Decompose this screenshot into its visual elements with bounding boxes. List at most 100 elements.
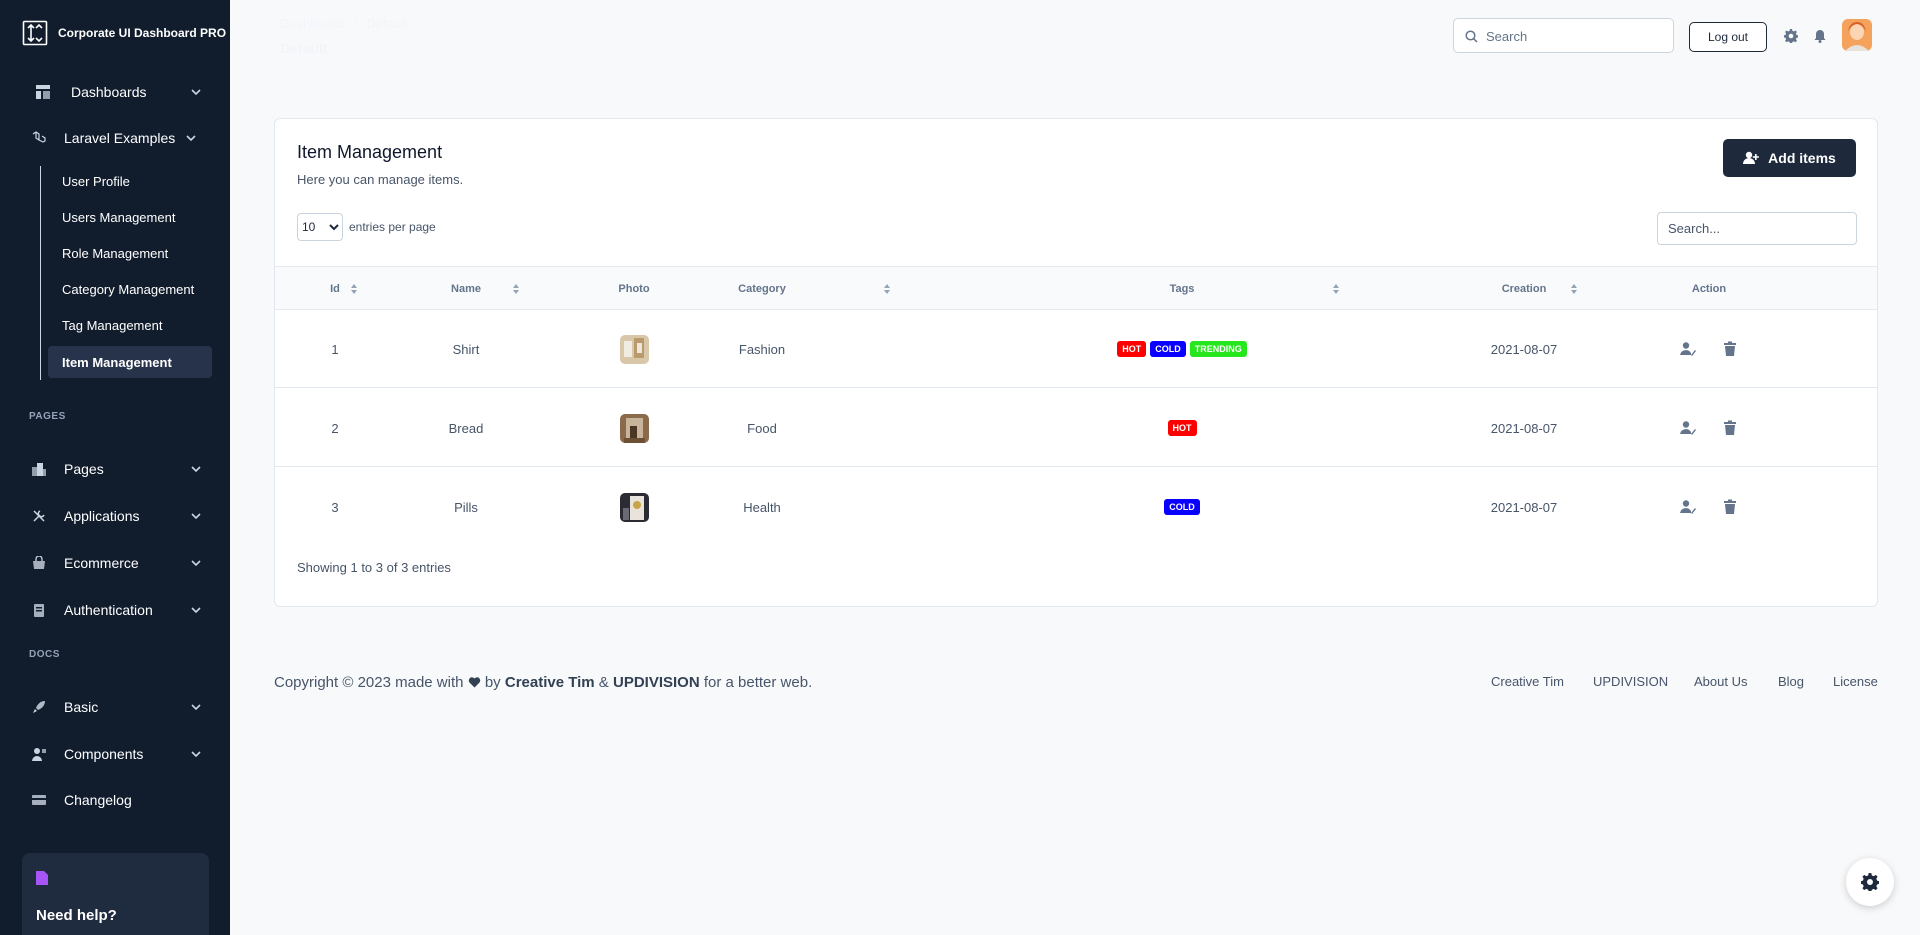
column-header-creation[interactable]: Creation [1474,267,1574,311]
trash-icon[interactable] [1722,420,1738,436]
laravel-icon [32,131,46,143]
heart-icon [468,677,480,688]
sidebar-item-pages[interactable]: Pages [0,454,230,484]
sidebar-item-label: Changelog [64,792,132,808]
dashboard-icon [36,85,50,99]
footer-link-creative-tim[interactable]: Creative Tim [1491,674,1564,689]
cell-photo [584,310,684,388]
gear-icon [1861,873,1879,891]
column-header-action: Action [1691,283,1727,295]
column-header-name[interactable]: Name [416,267,516,311]
top-search-box[interactable] [1453,18,1674,53]
item-photo-bread[interactable] [619,413,649,443]
edit-user-icon[interactable] [1680,341,1696,357]
sidebar-subitem-user-profile[interactable]: User Profile [48,165,212,197]
sidebar-item-dashboards[interactable]: Dashboards [0,77,230,107]
breadcrumb-root[interactable]: Dashboard [280,16,344,31]
chevron-down-icon [191,89,201,96]
brand[interactable]: Corporate UI Dashboard PRO [22,20,226,46]
item-photo-shirt[interactable] [619,334,649,364]
sidebar-item-ecommerce[interactable]: Ecommerce [0,548,230,578]
chevron-down-icon [191,607,201,614]
cell-name: Bread [448,420,484,436]
item-photo-pills[interactable] [619,492,649,522]
trash-icon[interactable] [1722,499,1738,515]
cell-id: 3 [331,499,339,515]
cell-actions [1667,468,1751,546]
sidebar-item-basic[interactable]: Basic [0,692,230,722]
chevron-down-icon [191,704,201,711]
sidebar: Corporate UI Dashboard PRO Dashboards La… [0,0,230,935]
cell-name: Pills [454,499,478,515]
sidebar-subitem-tag-management[interactable]: Tag Management [48,309,212,341]
breadcrumb: Dashboard / Default [280,16,408,31]
avatar[interactable] [1842,19,1872,51]
card-subtitle: Here you can manage items. [297,172,464,187]
author-creative-tim-link[interactable]: Creative Tim [505,674,595,691]
column-header-category[interactable]: Category [712,267,812,311]
sidebar-subitem-role-management[interactable]: Role Management [48,237,212,269]
logout-button[interactable]: Log out [1689,22,1767,52]
sort-icon[interactable] [1333,284,1339,294]
table-row: 1 Shirt Fashion HOT COLD TRENDING 2021-0… [275,310,1877,388]
breadcrumb-separator: / [353,16,357,31]
search-input[interactable] [1486,26,1666,46]
sidebar-subitem-category-management[interactable]: Category Management [48,273,212,305]
cell-tags: HOT COLD TRENDING [1032,310,1332,388]
rocket-icon [33,701,45,713]
sidebar-item-label: Laravel Examples [64,130,176,146]
cell-id: 1 [331,341,339,357]
trash-icon[interactable] [1722,341,1738,357]
column-header-tags[interactable]: Tags [1132,267,1232,311]
breadcrumb-current: Default [366,16,408,31]
section-label-pages: PAGES [29,411,66,422]
column-header-photo: Photo [618,283,650,295]
add-items-label: Add items [1768,150,1836,166]
sidebar-item-changelog[interactable]: Changelog [0,785,230,815]
brand-name: Corporate UI Dashboard PRO [58,26,227,40]
cell-creation: 2021-08-07 [1490,420,1558,436]
edit-user-icon[interactable] [1680,420,1696,436]
sidebar-subitem-users-management[interactable]: Users Management [48,201,212,233]
sidebar-item-label: Dashboards [71,84,147,100]
sidebar-item-applications[interactable]: Applications [0,501,230,531]
sort-icon[interactable] [513,284,519,294]
cell-id: 2 [331,420,339,436]
footer-link-about-us[interactable]: About Us [1694,674,1747,689]
bell-icon[interactable] [1813,29,1827,43]
sidebar-item-authentication[interactable]: Authentication [0,595,230,625]
tag-badge: HOT [1117,341,1147,357]
copyright-by: by [484,674,501,691]
cell-photo [584,389,684,467]
changelog-icon [32,795,46,805]
author-updivision-link[interactable]: UPDIVISION [613,674,700,691]
cell-name: Shirt [452,341,480,357]
gear-icon[interactable] [1784,29,1798,43]
sidebar-item-laravel-examples[interactable]: Laravel Examples [0,123,230,153]
cell-category: Food [747,420,777,436]
footer-copyright: Copyright © 2023 made with by Creative T… [274,674,812,691]
cell-tags: HOT [1032,389,1332,467]
edit-user-icon[interactable] [1680,499,1696,515]
settings-fab-button[interactable] [1846,858,1894,906]
add-items-button[interactable]: Add items [1723,139,1856,177]
avatar-image [1842,19,1872,51]
footer-link-updivision[interactable]: UPDIVISION [1593,674,1668,689]
cell-category: Health [743,499,781,515]
sidebar-item-label: Authentication [64,602,153,618]
sort-icon[interactable] [351,284,357,294]
sort-icon[interactable] [1571,284,1577,294]
chevron-down-icon [186,135,196,142]
footer-link-blog[interactable]: Blog [1778,674,1804,689]
pages-icon [32,463,46,476]
applications-icon [33,510,45,522]
table-header: Id Name Photo Category Tags Creation Act… [275,266,1877,310]
per-page-select[interactable]: 510152025 [297,213,343,241]
sort-icon[interactable] [884,284,890,294]
sidebar-item-components[interactable]: Components [0,739,230,769]
cell-actions [1667,310,1751,388]
sidebar-subitem-item-management[interactable]: Item Management [48,346,212,378]
footer-link-license[interactable]: License [1833,674,1878,689]
cell-creation: 2021-08-07 [1490,341,1558,357]
table-search-input[interactable] [1657,212,1857,245]
